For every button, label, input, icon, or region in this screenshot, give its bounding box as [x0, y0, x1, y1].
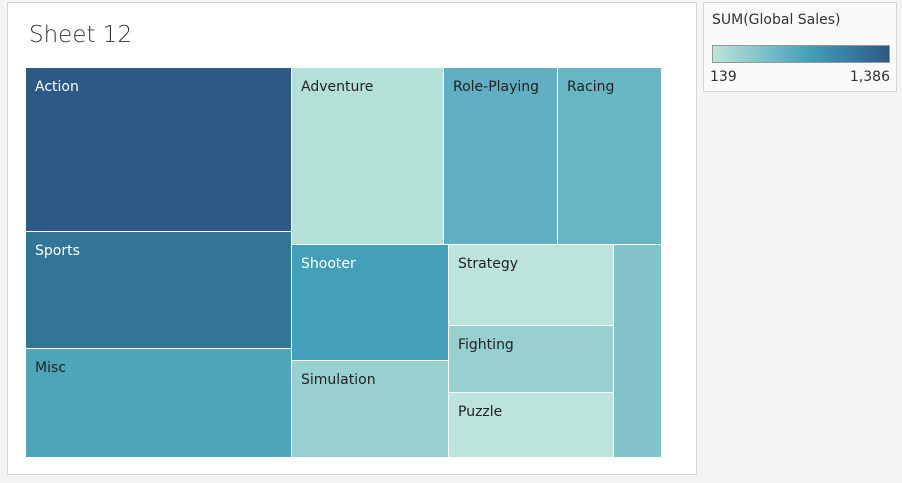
- treemap-cell-label: Sports: [35, 243, 80, 259]
- legend-min-label: 139: [710, 69, 737, 85]
- treemap-cell-label: Puzzle: [458, 404, 503, 420]
- treemap-cell-role-playing[interactable]: Role-Playing: [444, 68, 557, 244]
- sheet-title: Sheet 12: [29, 22, 133, 48]
- treemap-cell-puzzle[interactable]: Puzzle: [449, 393, 613, 457]
- treemap-cell-strategy[interactable]: Strategy: [449, 245, 613, 325]
- legend-title: SUM(Global Sales): [712, 12, 841, 28]
- treemap-cell-label: Shooter: [301, 256, 356, 272]
- treemap-cell-sports[interactable]: Sports: [26, 232, 291, 348]
- treemap-cell-label: Racing: [567, 79, 615, 95]
- treemap-cell-label: Simulation: [301, 372, 376, 388]
- treemap-cell-label: Role-Playing: [453, 79, 540, 95]
- treemap-cell-action[interactable]: Action: [26, 68, 291, 231]
- treemap-cell-label: Fighting: [458, 337, 514, 353]
- treemap-cell-label: Misc: [35, 360, 66, 376]
- treemap-cell-label: Strategy: [458, 256, 518, 272]
- treemap-cell-simulation[interactable]: Simulation: [292, 361, 448, 457]
- treemap-cell-fighting[interactable]: Fighting: [449, 326, 613, 392]
- treemap-cell-adventure[interactable]: Adventure: [292, 68, 443, 244]
- treemap-cell-label: Adventure: [301, 79, 374, 95]
- legend-gradient-bar: [712, 45, 890, 63]
- treemap-cell-misc[interactable]: Misc: [26, 349, 291, 457]
- legend-max-label: 1,386: [849, 69, 890, 85]
- color-legend: SUM(Global Sales) 139 1,386: [703, 2, 897, 92]
- treemap-cell-label: Action: [35, 79, 79, 95]
- treemap-cell-shooter[interactable]: Shooter: [292, 245, 448, 360]
- treemap-cell-racing[interactable]: Racing: [558, 68, 661, 244]
- treemap-cell-unlabeled[interactable]: [614, 245, 661, 457]
